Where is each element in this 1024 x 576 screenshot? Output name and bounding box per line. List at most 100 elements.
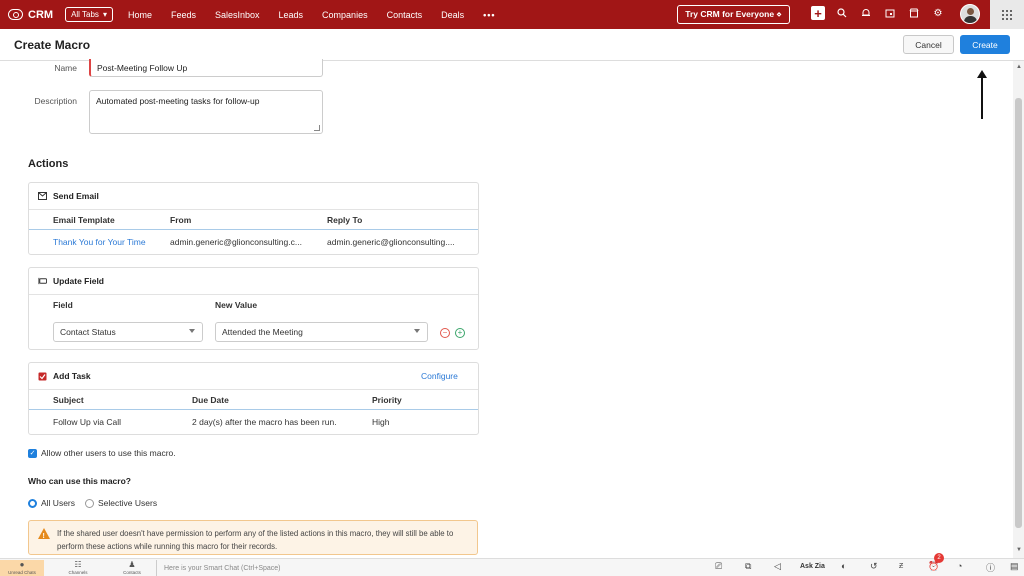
nav-companies[interactable]: Companies — [322, 10, 368, 20]
col-reply-to: Reply To — [327, 214, 363, 225]
table-row: Thank You for Your Time admin.generic@gl… — [29, 230, 478, 254]
nav-more[interactable]: ••• — [483, 10, 495, 20]
page-title: Create Macro — [14, 38, 91, 52]
all-tabs-label: All Tabs — [71, 10, 99, 19]
table-row: Follow Up via Call 2 day(s) after the ma… — [29, 410, 478, 434]
warning-text: If the shared user doesn't have permissi… — [57, 529, 454, 551]
notification-bell-icon[interactable] — [859, 6, 873, 20]
info-icon[interactable]: ⓘ — [986, 561, 995, 574]
announcement-icon[interactable]: ◁ — [774, 561, 781, 572]
col-due-date: Due Date — [192, 394, 229, 405]
email-template-link[interactable]: Thank You for Your Time — [53, 237, 146, 247]
calendar-icon[interactable] — [883, 6, 897, 20]
remove-row-icon[interactable]: − — [440, 327, 450, 338]
channels-label: Channels — [68, 570, 88, 575]
ask-zia-button[interactable]: Ask Zia — [800, 563, 825, 570]
field-select-value: Contact Status — [60, 327, 116, 337]
annotation-arrow — [977, 70, 987, 119]
try-crm-button[interactable]: Try CRM for Everyone ⋄ — [677, 5, 790, 24]
all-users-label: All Users — [41, 498, 76, 508]
top-navigation-bar: CRM All Tabs ▾ Home Feeds SalesInbox Lea… — [0, 0, 1024, 29]
marketplace-icon[interactable] — [907, 6, 921, 20]
col-field: Field — [53, 300, 73, 310]
channels-button[interactable]: ☷ Channels — [63, 560, 93, 576]
unread-chats-label: Unread Chats — [8, 570, 36, 575]
add-row-icon[interactable]: + — [455, 327, 465, 338]
notification-badge: 2 — [934, 553, 944, 563]
col-new-value: New Value — [215, 300, 258, 310]
vertical-scrollbar[interactable]: ▲ ▼ — [1013, 61, 1024, 558]
all-tabs-dropdown[interactable]: All Tabs ▾ — [65, 7, 113, 22]
send-email-header: Send Email — [29, 183, 478, 210]
nav-contacts[interactable]: Contacts — [387, 10, 423, 20]
col-subject: Subject — [53, 394, 84, 405]
nav-feeds[interactable]: Feeds — [171, 10, 196, 20]
smart-chat-input[interactable]: Here is your Smart Chat (Ctrl+Space) — [156, 560, 706, 576]
scroll-up-icon[interactable]: ▲ — [1016, 64, 1022, 70]
selective-users-option[interactable]: Selective Users — [85, 498, 157, 508]
col-from: From — [170, 214, 192, 225]
new-value-select[interactable]: Attended the Meeting — [215, 322, 428, 342]
send-email-columns: Email Template From Reply To — [29, 210, 478, 230]
expand-icon[interactable]: ▤ — [1010, 561, 1019, 572]
configure-link[interactable]: Configure — [421, 371, 458, 381]
add-task-card: Add Task Configure Subject Due Date Prio… — [28, 362, 479, 435]
allow-other-users-label: Allow other users to use this macro. — [41, 448, 176, 458]
description-label: Description — [34, 96, 77, 106]
chat-icon[interactable]: ◐ — [841, 561, 846, 571]
brand-name: CRM — [28, 8, 54, 21]
field-select[interactable]: Contact Status — [53, 322, 203, 342]
quick-create-icon[interactable]: + — [811, 6, 825, 21]
from-address: admin.generic@glionconsulting.c... — [170, 237, 302, 247]
files-icon[interactable]: ⧉ — [745, 561, 751, 572]
contacts-button[interactable]: ♟ Contacts — [117, 560, 147, 576]
who-can-use-heading: Who can use this macro? — [28, 476, 131, 486]
all-users-option[interactable]: All Users — [28, 498, 75, 508]
col-priority: Priority — [372, 394, 402, 405]
nav-leads[interactable]: Leads — [279, 10, 304, 20]
nav-salesinbox[interactable]: SalesInbox — [215, 10, 260, 20]
warning-icon — [38, 528, 50, 543]
name-label: Name — [54, 63, 77, 73]
chat-bubble-icon: ● — [19, 560, 25, 569]
search-icon[interactable] — [835, 6, 849, 20]
all-users-radio[interactable] — [28, 498, 37, 508]
screen-share-icon[interactable]: ⎚ — [715, 561, 722, 572]
unread-chats-button[interactable]: ● Unread Chats — [0, 560, 44, 576]
macro-description-input[interactable]: Automated post-meeting tasks for follow-… — [89, 90, 323, 134]
update-field-title: Update Field — [53, 276, 105, 286]
add-task-title: Add Task — [53, 371, 91, 381]
resize-handle-icon[interactable] — [314, 125, 320, 131]
scroll-down-icon[interactable]: ▼ — [1016, 547, 1022, 553]
recent-icon[interactable]: ◔ — [957, 561, 962, 571]
zia-icon[interactable]: Ƶ — [899, 563, 903, 570]
update-field-columns: Field New Value — [29, 295, 478, 315]
create-button[interactable]: Create — [960, 35, 1010, 54]
chevron-down-icon — [189, 329, 195, 333]
page-header: Create Macro Cancel Create — [0, 29, 1024, 61]
macro-name-input[interactable]: Post-Meeting Follow Up — [89, 59, 323, 77]
apps-grid-icon[interactable] — [990, 0, 1024, 29]
reply-to-address: admin.generic@glionconsulting.... — [327, 237, 455, 247]
settings-gear-icon[interactable]: ⚙ — [931, 6, 945, 20]
channels-icon: ☷ — [74, 560, 82, 569]
update-field-header: Update Field — [29, 268, 478, 295]
allow-other-users-row[interactable]: ✓ Allow other users to use this macro. — [28, 448, 176, 458]
chevron-down-icon: ▾ — [102, 10, 107, 19]
crm-logo[interactable]: CRM — [8, 9, 53, 21]
cancel-button[interactable]: Cancel — [903, 35, 954, 54]
col-email-template: Email Template — [53, 214, 115, 225]
update-field-row: Contact Status Attended the Meeting − + — [29, 315, 478, 350]
actions-heading: Actions — [28, 158, 69, 170]
add-task-columns: Subject Due Date Priority — [29, 390, 478, 410]
allow-other-users-checkbox[interactable]: ✓ — [28, 448, 37, 458]
user-avatar[interactable] — [960, 4, 980, 24]
nav-home[interactable]: Home — [128, 10, 152, 20]
scrollbar-thumb[interactable] — [1015, 98, 1022, 528]
nav-deals[interactable]: Deals — [441, 10, 464, 20]
task-checkbox-icon — [38, 372, 47, 381]
main-nav: Home Feeds SalesInbox Leads Companies Co… — [128, 10, 515, 20]
history-icon[interactable]: ↺ — [870, 561, 878, 572]
update-field-card: Update Field Field New Value Contact Sta… — [28, 267, 479, 350]
selective-users-radio[interactable] — [85, 498, 95, 508]
